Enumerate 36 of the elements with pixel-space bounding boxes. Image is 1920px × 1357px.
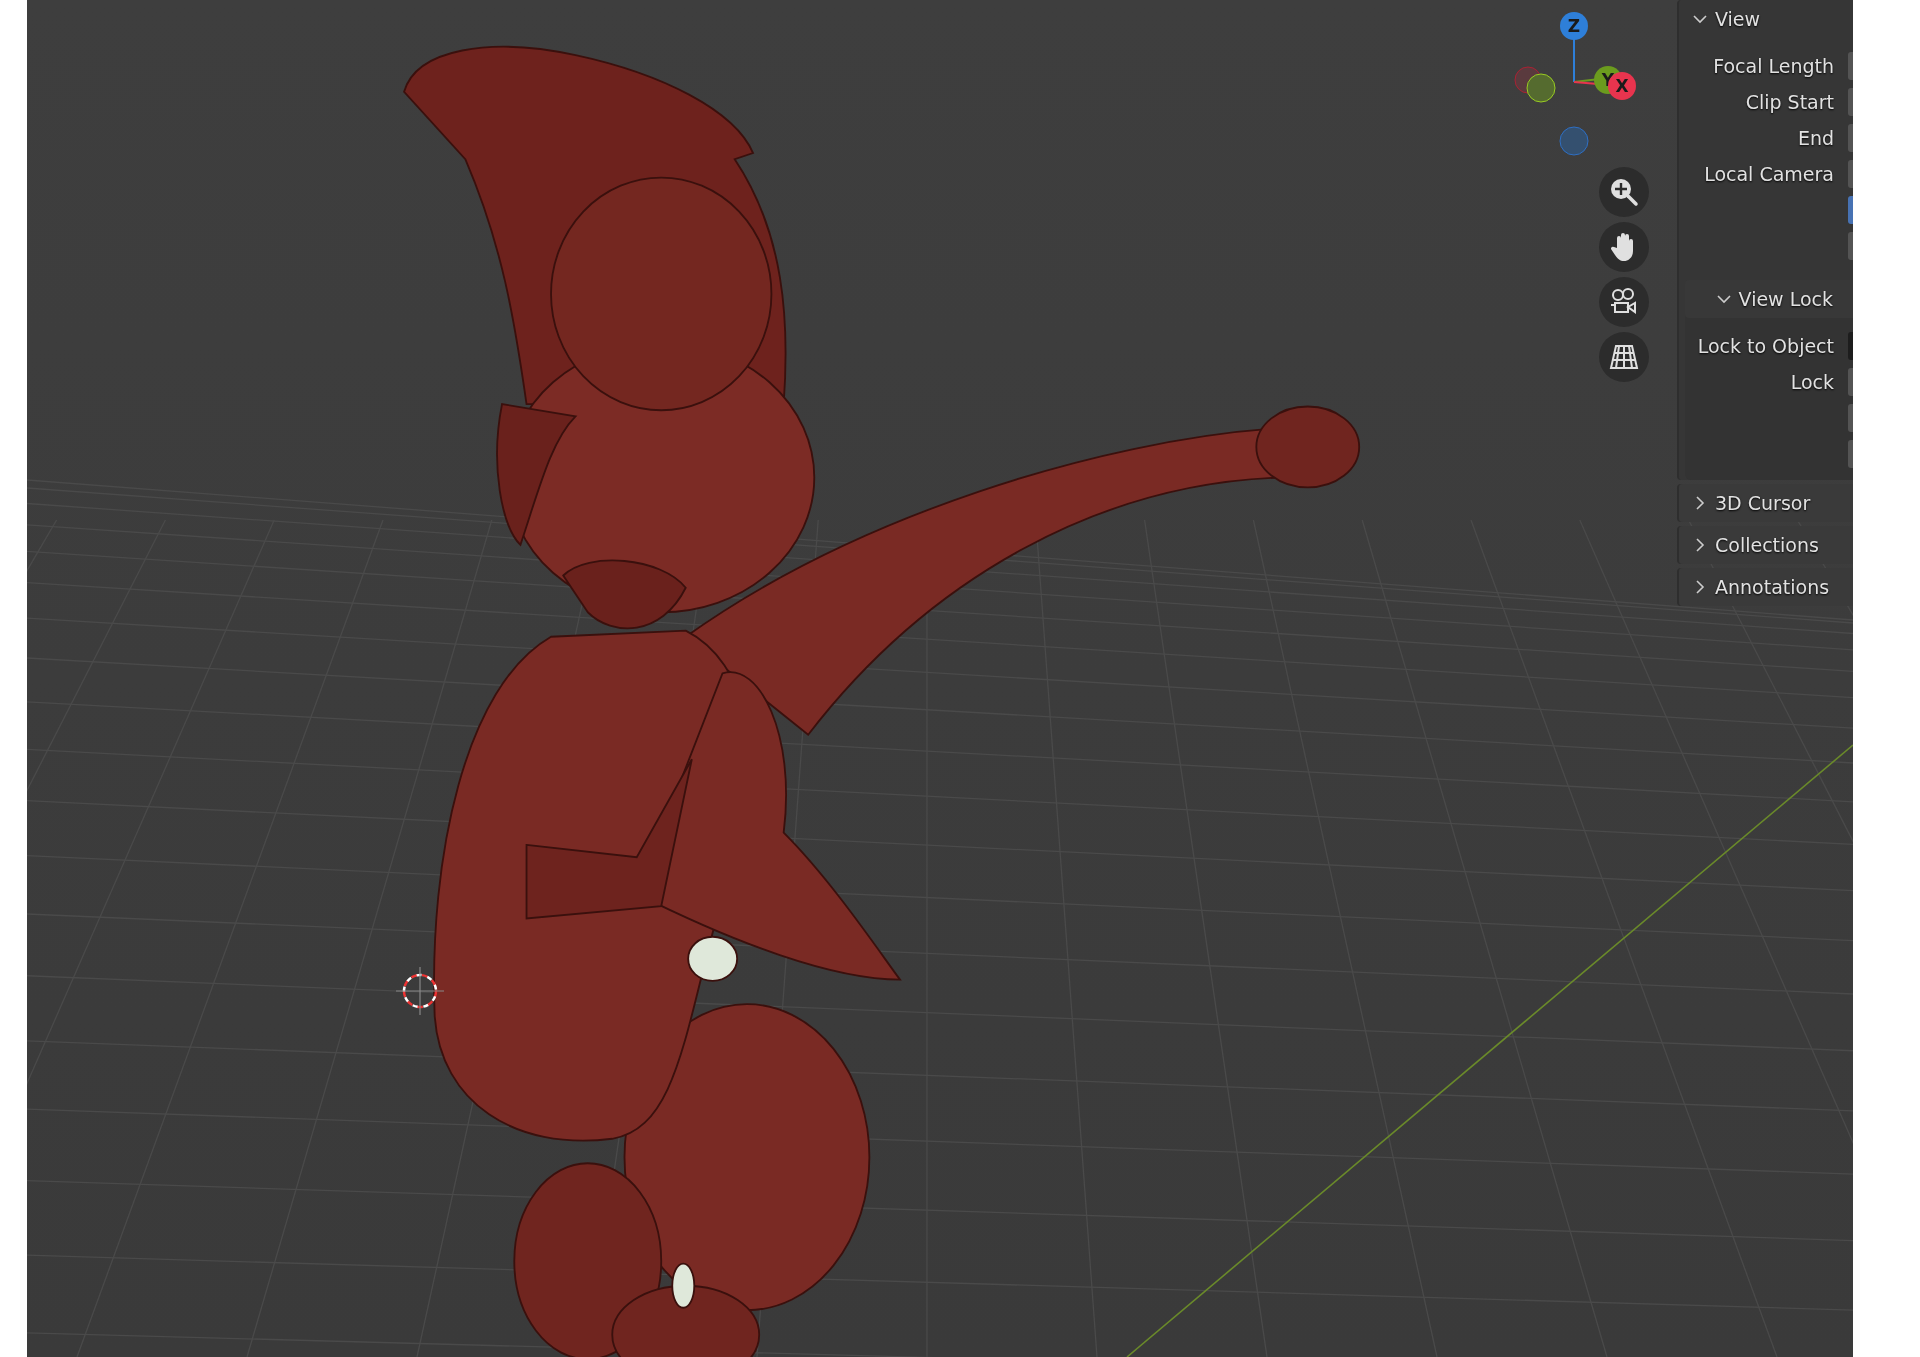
caret-icon: [1693, 496, 1707, 510]
panel-header[interactable]: Collections: [1679, 526, 1853, 564]
value-field[interactable]: [1848, 404, 1853, 432]
value-field[interactable]: [1848, 232, 1853, 260]
value-field[interactable]: [1848, 124, 1853, 152]
property-label: Focal Length: [1713, 55, 1834, 77]
caret-icon: [1693, 538, 1707, 552]
value-field[interactable]: [1848, 52, 1853, 80]
value-field[interactable]: [1848, 368, 1853, 396]
property-label: Local Camera: [1704, 163, 1834, 185]
value-field[interactable]: [1848, 440, 1853, 468]
property-label: Lock: [1790, 371, 1834, 393]
caret-icon: [1716, 292, 1731, 306]
grid-icon: [1609, 343, 1639, 371]
perspective-toggle-button[interactable]: [1599, 332, 1649, 382]
property-label: End: [1797, 127, 1834, 149]
pan-button[interactable]: [1599, 222, 1649, 272]
value-field[interactable]: [1848, 332, 1853, 360]
value-field[interactable]: [1848, 88, 1853, 116]
panel-header[interactable]: Annotations: [1679, 568, 1853, 606]
camera-view-button[interactable]: [1599, 277, 1649, 327]
caret-icon: [1693, 12, 1707, 26]
panel-header[interactable]: View: [1679, 0, 1853, 38]
movie-camera-icon: [1609, 287, 1639, 317]
panel-header[interactable]: View Lock: [1685, 280, 1853, 318]
toggle-button[interactable]: [1848, 196, 1853, 224]
3d-cursor-icon: [395, 966, 445, 1016]
property-label: Clip Start: [1745, 91, 1834, 113]
axis-handle[interactable]: Z: [1560, 12, 1588, 40]
negative-axis-drawing[interactable]: [1514, 66, 1589, 156]
panel-header[interactable]: 3D Cursor: [1679, 484, 1853, 522]
property-label: Lock to Object: [1697, 335, 1834, 357]
value-field[interactable]: [1848, 160, 1853, 188]
zoom-icon: [1609, 177, 1639, 207]
zoom-button[interactable]: [1599, 167, 1649, 217]
caret-icon: [1693, 580, 1707, 594]
